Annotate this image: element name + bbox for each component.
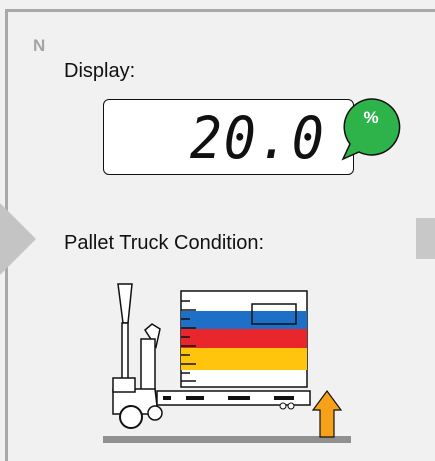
lift-up-arrow-icon xyxy=(311,389,343,438)
pallet-truck-icon xyxy=(103,283,351,443)
